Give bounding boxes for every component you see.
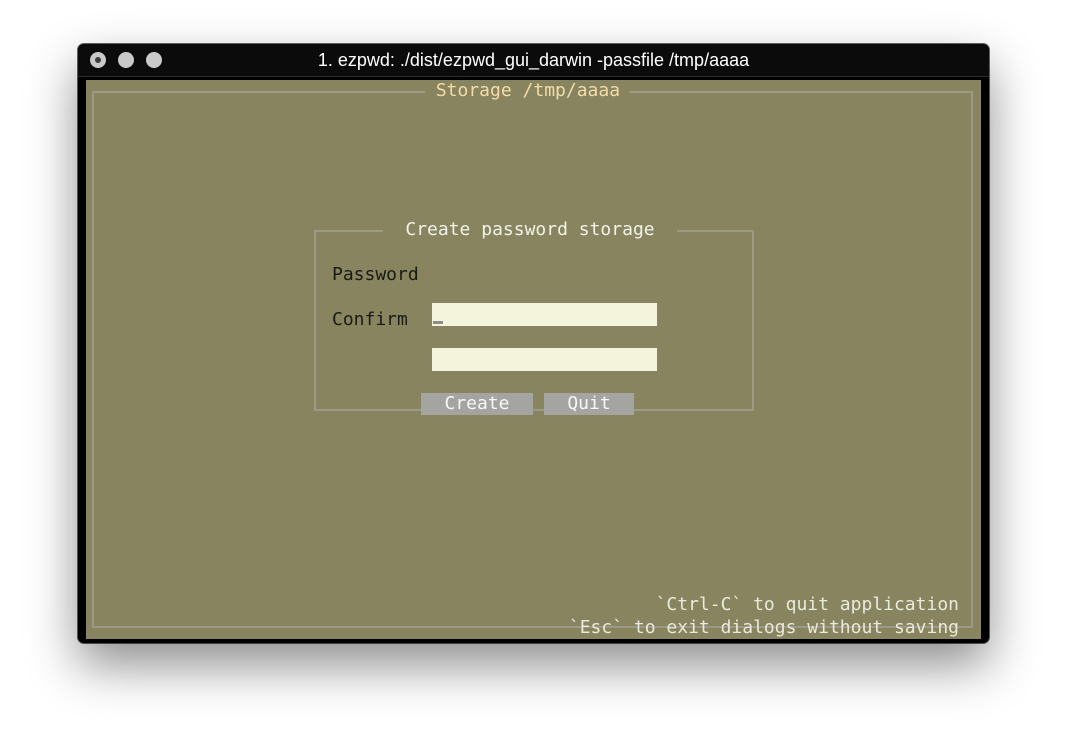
- create-button[interactable]: Create: [421, 393, 533, 415]
- esc-hint: `Esc` to exit dialogs without saving: [568, 617, 959, 638]
- ctrl-c-hint: `Ctrl-C` to quit application: [655, 594, 959, 615]
- storage-frame-title: Storage /tmp/aaaa: [425, 80, 631, 102]
- title-bar[interactable]: 1. ezpwd: ./dist/ezpwd_gui_darwin -passf…: [78, 44, 989, 77]
- confirm-input[interactable]: [432, 348, 657, 371]
- quit-button[interactable]: Quit: [544, 393, 634, 415]
- password-label: Password: [332, 264, 419, 285]
- confirm-label: Confirm: [332, 309, 408, 330]
- dialog-title: Create password storage: [383, 218, 677, 242]
- terminal-window: 1. ezpwd: ./dist/ezpwd_gui_darwin -passf…: [78, 44, 989, 643]
- terminal-content: Storage /tmp/aaaa Create password storag…: [86, 80, 981, 639]
- text-cursor: [433, 321, 443, 324]
- password-input[interactable]: [432, 303, 657, 326]
- window-title: 1. ezpwd: ./dist/ezpwd_gui_darwin -passf…: [317, 50, 750, 70]
